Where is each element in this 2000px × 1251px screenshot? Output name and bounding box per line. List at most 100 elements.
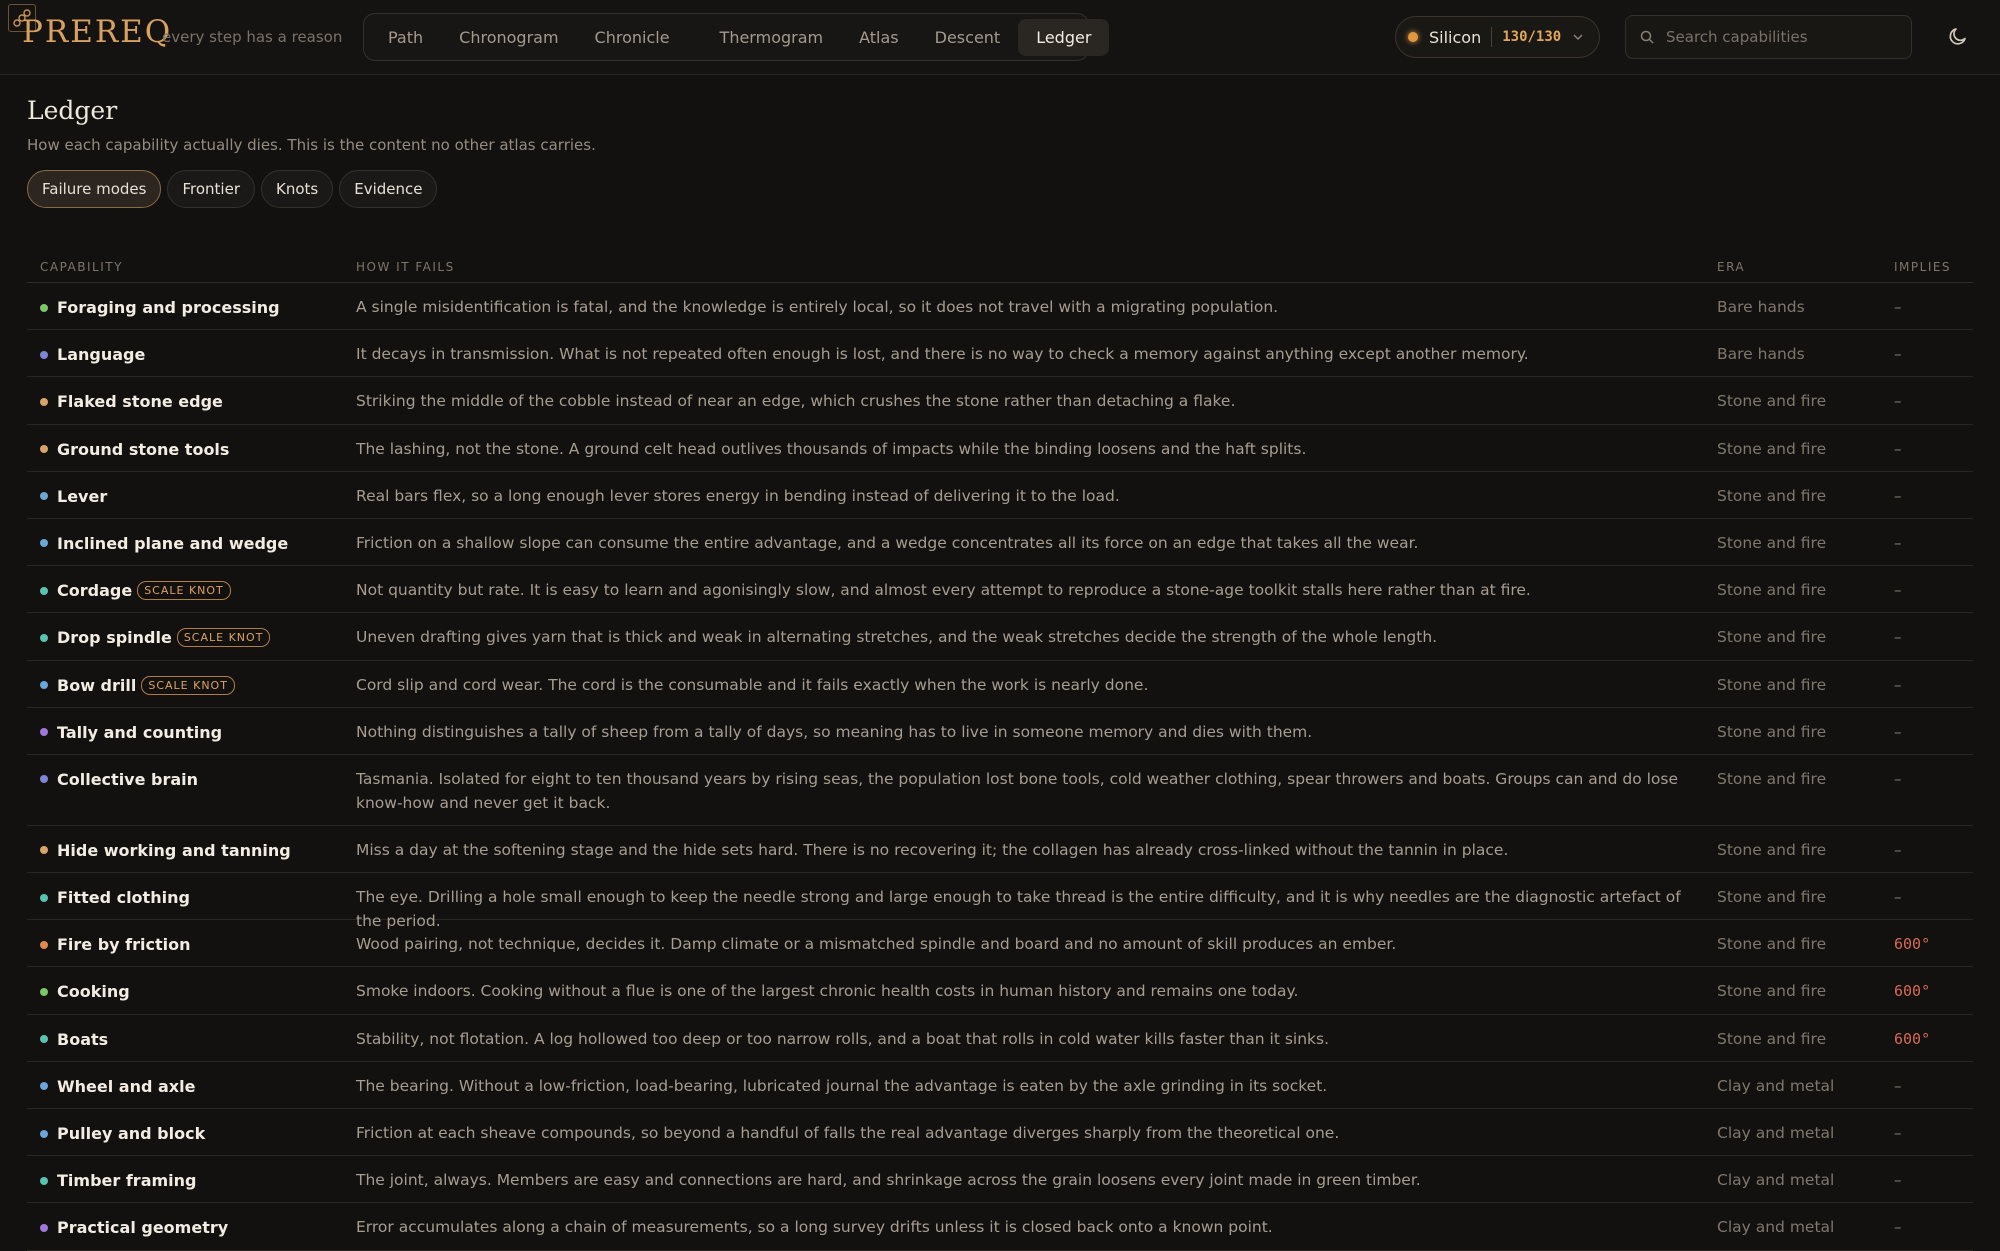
fails-cell: Friction at each sheave compounds, so be… <box>356 1109 1717 1145</box>
scale-knot-badge: SCALE KNOT <box>176 628 271 648</box>
capability[interactable]: Ground stone tools <box>40 440 356 459</box>
nav-chronicle[interactable]: Chronicle <box>577 19 688 56</box>
failure-description: Real bars flex, so a long enough lever s… <box>356 486 1120 505</box>
table-row[interactable]: Fire by friction Wood pairing, not techni… <box>27 920 1973 968</box>
theme-toggle-button[interactable] <box>1946 24 1972 50</box>
capability[interactable]: Bow drill SCALE KNOT <box>40 675 356 695</box>
table-row[interactable]: Boats Stability, not flotation. A log hol… <box>27 1015 1973 1062</box>
capability[interactable]: Tally and counting <box>40 723 356 742</box>
capability-cell: Cordage SCALE KNOT <box>27 566 356 601</box>
nav-chronogram[interactable]: Chronogram <box>441 19 576 56</box>
capability-name: Language <box>57 345 146 365</box>
era-cell: Stone and fire <box>1717 722 1827 741</box>
header-implies[interactable]: IMPLIES <box>1894 260 1973 274</box>
era-cell: Stone and fire <box>1717 982 1827 1001</box>
table-row[interactable]: Bow drill SCALE KNOT Cord slip and cord we… <box>27 661 1973 708</box>
table-row[interactable]: Tally and counting Nothing distinguishes … <box>27 708 1973 755</box>
era-color-dot <box>40 1035 48 1044</box>
table-row[interactable]: Drop spindle SCALE KNOT Uneven drafting gi… <box>27 613 1973 661</box>
table-row[interactable]: Fitted clothing The eye. Drilling a hole … <box>27 873 1973 930</box>
capability[interactable]: Cooking <box>40 982 356 1001</box>
table-row[interactable]: Ground stone tools The lashing, not the s… <box>27 425 1973 472</box>
capability-name: Foraging and processing <box>57 298 280 317</box>
scale-knot-badge: SCALE KNOT <box>137 581 231 601</box>
table-row[interactable]: Cordage SCALE KNOT Not quantity but rate. … <box>27 566 1973 614</box>
nav-path[interactable]: Path <box>370 19 441 56</box>
capability-name: Drop spindle <box>57 628 172 648</box>
era-color-dot <box>40 397 48 406</box>
nav-descent[interactable]: Descent <box>917 19 1019 56</box>
header-how-it-fails[interactable]: HOW IT FAILS <box>356 260 1717 274</box>
nav-ledger[interactable]: Ledger <box>1018 18 1110 56</box>
capability[interactable]: Fire by friction <box>40 935 356 954</box>
era-color-dot <box>40 1176 48 1185</box>
fails-cell: Uneven drafting gives yarn that is thick… <box>356 613 1717 649</box>
tab-evidence[interactable]: Evidence <box>339 170 438 208</box>
fails-cell: Miss a day at the softening stage and th… <box>356 826 1717 862</box>
implies-cell: – <box>1894 298 1902 316</box>
material-selector[interactable]: Silicon 130/130 <box>1395 16 1600 58</box>
capability[interactable]: Practical geometry <box>40 1218 356 1237</box>
tab-knots[interactable]: Knots <box>261 170 334 208</box>
capability[interactable]: Fitted clothing <box>40 888 356 907</box>
failure-description: Miss a day at the softening stage and th… <box>356 840 1509 859</box>
capability-cell: Foraging and processing <box>27 283 356 317</box>
table-row[interactable]: Collective brain Tasmania. Isolated for e… <box>27 755 1973 826</box>
search-box[interactable] <box>1625 15 1912 59</box>
capability[interactable]: Lever <box>40 487 356 506</box>
table-row[interactable]: Foraging and processing A single misident… <box>27 283 1973 331</box>
implies-cell: – <box>1894 392 1902 411</box>
nav-atlas[interactable]: Atlas <box>841 19 917 56</box>
era-cell: Stone and fire <box>1717 935 1827 954</box>
era-color-dot <box>40 1223 48 1232</box>
fails-cell: A single misidentification is fatal, and… <box>356 283 1717 319</box>
implies-cell: – <box>1894 486 1902 505</box>
fails-cell: Nothing distinguishes a tally of sheep f… <box>356 708 1717 744</box>
capability[interactable]: Boats <box>40 1030 356 1049</box>
chevron-down-icon <box>1573 31 1583 44</box>
capability[interactable]: Hide working and tanning <box>40 841 356 860</box>
fails-cell: Stability, not flotation. A log hollowed… <box>356 1015 1717 1051</box>
search-input[interactable] <box>1664 27 1884 47</box>
capability[interactable]: Cordage SCALE KNOT <box>40 581 356 601</box>
failure-description: Stability, not flotation. A log hollowed… <box>356 1029 1330 1048</box>
capability[interactable]: Language <box>40 345 356 364</box>
capability-name: Hide working and tanning <box>57 840 291 860</box>
tab-frontier[interactable]: Frontier <box>167 170 255 208</box>
capability-cell: Pulley and block <box>27 1109 356 1143</box>
capability[interactable]: Inclined plane and wedge <box>40 534 356 553</box>
capability[interactable]: Collective brain <box>40 770 356 789</box>
table-row[interactable]: Practical geometry Error accumulates alon… <box>27 1203 1973 1251</box>
table-row[interactable]: Lever Real bars flex, so a long enough le… <box>27 472 1973 519</box>
capability[interactable]: Timber framing <box>40 1171 356 1190</box>
app-logo[interactable]: PREREQ <box>22 14 172 50</box>
table-row[interactable]: Flaked stone edge Striking the middle of … <box>27 377 1973 425</box>
implies-cell: – <box>1894 1076 1902 1095</box>
implies-cell: – <box>1894 581 1902 600</box>
era-color-dot <box>40 350 48 359</box>
table-row[interactable]: Wheel and axle The bearing. Without a low… <box>27 1062 1973 1109</box>
capability[interactable]: Flaked stone edge <box>40 392 356 411</box>
nav-thermogram[interactable]: Thermogram <box>702 19 842 56</box>
table-header: CAPABILITY HOW IT FAILS ERA IMPLIES <box>27 252 1973 283</box>
capability-name: Fitted clothing <box>57 888 190 908</box>
table-row[interactable]: Language It decays in transmission. What … <box>27 330 1973 378</box>
era-color-dot <box>40 775 48 784</box>
capability[interactable]: Pulley and block <box>40 1124 356 1143</box>
table-row[interactable]: Cooking Smoke indoors. Cooking without a … <box>27 967 1973 1015</box>
era-cell: Stone and fire <box>1717 581 1827 600</box>
table-row[interactable]: Timber framing The joint, always. Members… <box>27 1156 1973 1204</box>
capability[interactable]: Foraging and processing <box>40 298 356 317</box>
header-era[interactable]: ERA <box>1717 260 1894 274</box>
capability-cell: Practical geometry <box>27 1203 356 1237</box>
table-row[interactable]: Hide working and tanning Miss a day at th… <box>27 826 1973 874</box>
implies-cell: – <box>1894 675 1902 694</box>
tab-failure-modes[interactable]: Failure modes <box>27 170 162 208</box>
capability[interactable]: Drop spindle SCALE KNOT <box>40 628 356 648</box>
capability[interactable]: Wheel and axle <box>40 1077 356 1096</box>
table-row[interactable]: Pulley and block Friction at each sheave … <box>27 1109 1973 1157</box>
table-row[interactable]: Inclined plane and wedge Friction on a sh… <box>27 519 1973 567</box>
capability-cell: Inclined plane and wedge <box>27 519 356 553</box>
header-capability[interactable]: CAPABILITY <box>27 260 356 274</box>
failure-description: Tasmania. Isolated for eight to ten thou… <box>356 769 1679 812</box>
